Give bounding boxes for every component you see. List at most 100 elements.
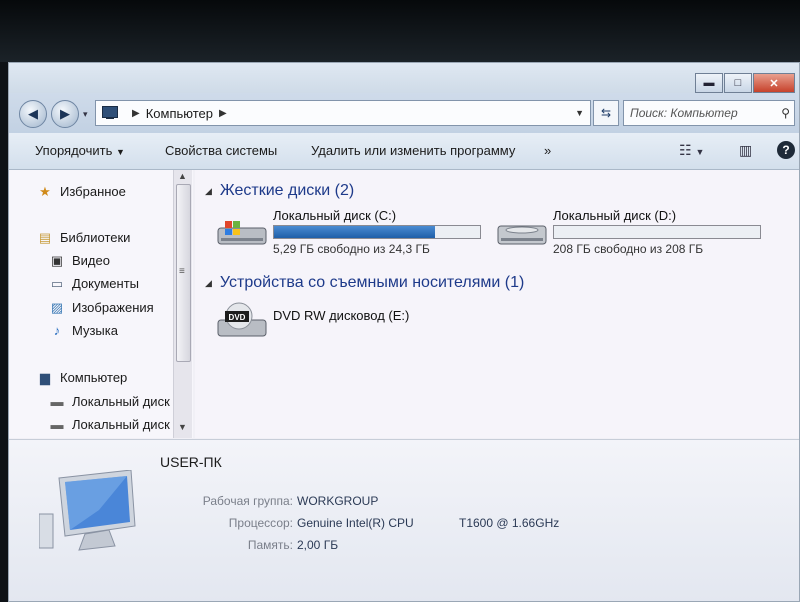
preview-pane-icon[interactable]: ▥ xyxy=(739,142,752,159)
picture-icon: ▨ xyxy=(50,299,64,315)
forward-button[interactable]: ▶ xyxy=(51,100,79,128)
nav-item-local-disk-c[interactable]: ▬ Локальный диск xyxy=(49,394,170,409)
dvd-badge: DVD xyxy=(229,313,246,322)
view-options-icon[interactable]: ☷ ▼ xyxy=(679,142,704,159)
drive-usage-fill xyxy=(274,226,435,238)
dvd-drive-icon: DVD xyxy=(217,302,267,337)
command-bar: Упорядочить ▼ Свойства системы Удалить и… xyxy=(9,133,799,170)
windows-drive-icon xyxy=(217,221,267,245)
collapse-icon[interactable]: ◢ xyxy=(205,186,212,197)
nav-item-label: Музыка xyxy=(72,323,118,338)
nav-favorites-label: Избранное xyxy=(60,184,126,199)
star-icon: ★ xyxy=(39,183,51,199)
details-pane: USER-ПК Рабочая группа: WORKGROUP Процес… xyxy=(9,439,799,601)
search-input[interactable]: Поиск: Компьютер ⚲ xyxy=(623,100,795,126)
nav-item-video[interactable]: ▣ Видео xyxy=(49,252,110,269)
prop-value: 2,00 ГБ xyxy=(297,538,339,552)
nav-computer[interactable]: ▆ Компьютер xyxy=(37,369,128,386)
drive-free-space: 5,29 ГБ свободно из 24,3 ГБ xyxy=(273,242,430,256)
search-icon[interactable]: ⚲ xyxy=(781,106,790,120)
chevron-down-icon[interactable]: ▼ xyxy=(575,108,584,118)
prop-workgroup: Рабочая группа: WORKGROUP xyxy=(129,494,529,510)
nav-scrollbar[interactable]: ▲ ≡ ▼ xyxy=(173,170,192,438)
nav-item-music[interactable]: ♪ Музыка xyxy=(49,323,118,338)
prop-value: WORKGROUP xyxy=(297,494,379,508)
address-bar[interactable]: ▶ Компьютер ▶ ▼ xyxy=(95,100,591,126)
search-placeholder: Поиск: Компьютер xyxy=(630,106,738,120)
chevron-right-icon[interactable]: ▶ xyxy=(132,108,140,119)
drive-name: Локальный диск (C:) xyxy=(273,208,397,223)
collapse-icon[interactable]: ◢ xyxy=(205,278,212,289)
address-row: ◀ ▶ ▾ ▶ Компьютер ▶ ▼ ⇆ Поиск: Компьютер… xyxy=(9,93,799,133)
drive-d[interactable]: Локальный диск (D:) 208 ГБ свободно из 2… xyxy=(497,208,767,260)
drive-free-space: 208 ГБ свободно из 208 ГБ xyxy=(553,242,704,256)
nav-libraries-label: Библиотеки xyxy=(60,230,131,245)
drive-name: DVD RW дисковод (E:) xyxy=(273,308,410,323)
uninstall-program-button[interactable]: Удалить или изменить программу xyxy=(311,143,515,158)
title-bar: ▬ □ ✕ xyxy=(9,63,799,93)
system-properties-button[interactable]: Свойства системы xyxy=(165,143,277,158)
more-commands-button[interactable]: » xyxy=(544,143,551,158)
library-icon: ▤ xyxy=(38,229,52,245)
prop-label: Память: xyxy=(247,538,293,552)
breadcrumb-computer[interactable]: Компьютер xyxy=(146,106,213,121)
group-removable-label: Устройства со съемными носителями (1) xyxy=(219,274,525,291)
scroll-down-icon[interactable]: ▼ xyxy=(178,422,187,432)
drive-dvd[interactable]: DVD DVD RW дисковод (E:) xyxy=(217,302,487,354)
nav-libraries[interactable]: ▤ Библиотеки xyxy=(37,229,131,246)
nav-item-label: Изображения xyxy=(72,300,154,315)
organize-label: Упорядочить xyxy=(35,143,113,158)
drive-c[interactable]: Локальный диск (C:) 5,29 ГБ свободно из … xyxy=(217,208,487,260)
drive-icon xyxy=(497,225,547,245)
computer-icon xyxy=(102,106,120,120)
history-dropdown[interactable]: ▾ xyxy=(83,109,88,120)
close-button[interactable]: ✕ xyxy=(753,73,795,93)
computer-monitor-icon xyxy=(39,470,136,551)
explorer-window: ▬ □ ✕ ◀ ▶ ▾ ▶ Компьютер ▶ ▼ ⇆ Поиск: Ком… xyxy=(8,62,800,602)
computer-icon: ▆ xyxy=(40,369,50,385)
computer-name: USER-ПК xyxy=(160,454,222,470)
caption-buttons: ▬ □ ✕ xyxy=(694,73,795,93)
drive-usage-bar xyxy=(273,225,481,239)
help-icon[interactable]: ? xyxy=(777,141,795,159)
nav-item-pictures[interactable]: ▨ Изображения xyxy=(49,299,154,316)
arrow-left-icon: ◀ xyxy=(28,106,38,121)
group-hard-drives[interactable]: ◢ Жесткие диски (2) xyxy=(205,182,354,200)
nav-item-local-disk-d[interactable]: ▬ Локальный диск xyxy=(49,417,170,432)
maximize-button[interactable]: □ xyxy=(724,73,752,93)
nav-favorites[interactable]: ★ Избранное xyxy=(37,183,126,200)
nav-item-label: Локальный диск xyxy=(72,394,170,409)
refresh-icon: ⇆ xyxy=(600,106,612,120)
film-icon: ▣ xyxy=(50,252,64,268)
document-icon: ▭ xyxy=(50,275,64,291)
nav-item-label: Видео xyxy=(72,253,110,268)
prop-label: Рабочая группа: xyxy=(202,494,293,508)
organize-button[interactable]: Упорядочить ▼ xyxy=(35,143,125,158)
prop-value: Genuine Intel(R) CPU xyxy=(297,516,414,530)
prop-memory: Память: 2,00 ГБ xyxy=(129,538,529,554)
group-removable[interactable]: ◢ Устройства со съемными носителями (1) xyxy=(205,274,524,292)
chevron-right-icon[interactable]: ▶ xyxy=(219,108,227,119)
chevron-down-icon: ▼ xyxy=(115,147,125,157)
screen-bezel xyxy=(0,0,800,62)
back-button[interactable]: ◀ xyxy=(19,100,47,128)
drive-usage-bar xyxy=(553,225,761,239)
prop-processor: Процессор: Genuine Intel(R) CPU T1600 @ … xyxy=(129,516,609,532)
nav-computer-label: Компьютер xyxy=(60,370,128,385)
arrow-right-icon: ▶ xyxy=(60,106,70,121)
scroll-up-icon[interactable]: ▲ xyxy=(178,171,187,181)
nav-item-label: Локальный диск xyxy=(72,417,170,432)
group-hard-drives-label: Жесткие диски (2) xyxy=(219,182,355,199)
drive-icon: ▬ xyxy=(50,394,64,409)
navigation-pane: ★ Избранное ▤ Библиотеки ▣ Видео ▭ Докум… xyxy=(9,170,193,438)
drive-name: Локальный диск (D:) xyxy=(553,208,677,223)
music-note-icon: ♪ xyxy=(53,323,61,338)
prop-value-model: T1600 @ 1.66GHz xyxy=(459,516,560,530)
minimize-button[interactable]: ▬ xyxy=(695,73,723,93)
prop-label: Процессор: xyxy=(228,516,293,530)
refresh-button[interactable]: ⇆ xyxy=(593,100,619,126)
nav-item-label: Документы xyxy=(72,276,140,291)
content-pane: ◢ Жесткие диски (2) Локальный диск (C:) … xyxy=(195,170,799,438)
nav-item-documents[interactable]: ▭ Документы xyxy=(49,275,140,292)
grip-icon: ≡ xyxy=(179,266,185,277)
